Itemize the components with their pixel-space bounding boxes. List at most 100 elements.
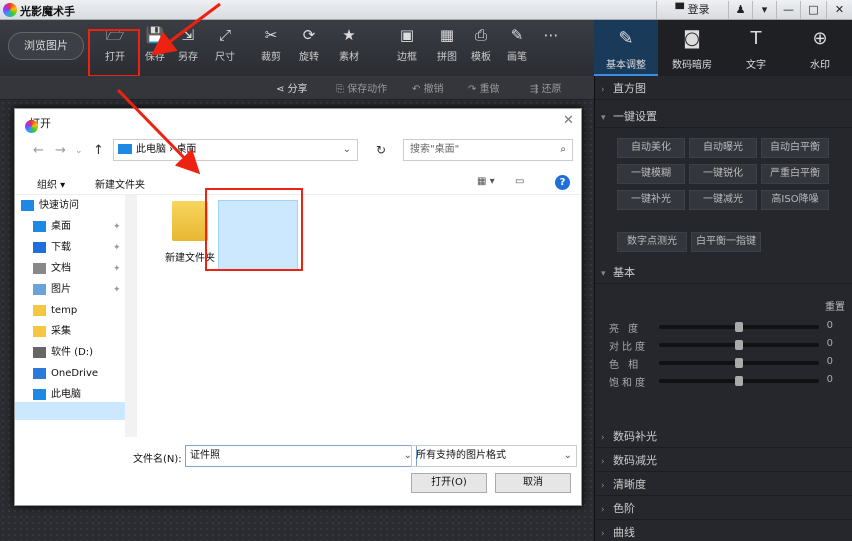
panel-button[interactable]: 一键模糊	[617, 164, 685, 184]
section-collapsed[interactable]: › 数码补光	[595, 426, 852, 448]
skin-button[interactable]: ♟	[728, 1, 752, 19]
login-button[interactable]: ▀ 登录	[656, 1, 728, 19]
panel-button[interactable]: 自动曝光	[689, 138, 757, 158]
slider-knob[interactable]	[735, 358, 743, 368]
minimize-button[interactable]: —	[776, 1, 800, 19]
tool-icon: 💾	[145, 26, 165, 44]
nav-item[interactable]: 桌面 ✦	[33, 218, 121, 236]
section-collapsed[interactable]: › 清晰度	[595, 474, 852, 496]
reset-button[interactable]: 重置	[817, 298, 845, 314]
rtab-3[interactable]: ⊕ 水印	[788, 20, 852, 76]
refresh-icon[interactable]: ↻	[367, 139, 395, 161]
preview-pane-icon[interactable]: ▭	[515, 176, 524, 187]
nav-item-icon	[33, 388, 46, 400]
nav-item[interactable]: 下载 ✦	[33, 239, 121, 257]
filename-input[interactable]: 证件照 ⌄	[185, 445, 417, 467]
tool-label: 尺寸	[215, 52, 235, 63]
tool-尺寸[interactable]: ⤢ 尺寸	[210, 26, 240, 63]
slider-track[interactable]	[659, 340, 819, 350]
nav-item-icon	[33, 283, 46, 295]
share-button[interactable]: ⋖ 分享	[276, 80, 308, 95]
nav-item[interactable]: 快速访问	[21, 197, 79, 215]
tool-保存[interactable]: 💾 保存	[140, 26, 170, 63]
tool-icon: ⇲	[181, 26, 195, 44]
pin-icon: ✦	[113, 222, 121, 232]
rtab-2[interactable]: T 文字	[724, 20, 788, 76]
tool-另存[interactable]: ⇲ 另存	[173, 26, 203, 63]
panel-button[interactable]: 白平衡一指键	[691, 232, 761, 252]
close-button[interactable]: ✕	[826, 1, 852, 19]
redo-button[interactable]: ↷ 重做	[468, 80, 500, 95]
nav-item[interactable]: OneDrive	[33, 365, 98, 383]
forward-arrow-icon[interactable]: →	[55, 143, 66, 158]
undo-icon: ↶	[412, 84, 424, 95]
panel-button[interactable]: 自动白平衡	[761, 138, 829, 158]
rtab-0[interactable]: ✎ 基本调整	[594, 20, 658, 76]
tool-旋转[interactable]: ⟳ 旋转	[294, 26, 324, 63]
nav-item[interactable]: 采集	[33, 323, 71, 341]
nav-item-label: temp	[51, 305, 78, 316]
back-arrow-icon[interactable]: ←	[33, 143, 44, 158]
slider-knob[interactable]	[735, 322, 743, 332]
section-histogram[interactable]: › 直方图	[595, 78, 852, 100]
up-arrow-icon[interactable]: ↑	[93, 143, 104, 158]
pin-icon: ✦	[113, 264, 121, 274]
section-collapsed[interactable]: › 色阶	[595, 498, 852, 520]
nav-item[interactable]: 文档 ✦	[33, 260, 121, 278]
panel-button[interactable]: 自动美化	[617, 138, 685, 158]
help-icon[interactable]: ?	[555, 175, 570, 190]
browse-images-button[interactable]: 浏览图片	[8, 32, 84, 60]
panel-button[interactable]: 一键减光	[689, 190, 757, 210]
nav-item[interactable]: 图片 ✦	[33, 281, 121, 299]
rtab-1[interactable]: ◙ 数码暗房	[660, 20, 724, 76]
filetype-dropdown-icon[interactable]: ⌄	[564, 446, 572, 466]
undo-button[interactable]: ↶ 撤销	[412, 80, 444, 95]
panel-button[interactable]: 一键锐化	[689, 164, 757, 184]
tool-裁剪[interactable]: ✂ 裁剪	[256, 26, 286, 63]
panel-button[interactable]: 严重白平衡	[761, 164, 829, 184]
slider-knob[interactable]	[735, 340, 743, 350]
tool-画笔[interactable]: ✎ 画笔	[502, 26, 532, 63]
shirt-icon: ♟	[735, 3, 746, 16]
menu-button[interactable]: ▾	[752, 1, 776, 19]
address-bar[interactable]: 此电脑 › 桌面 ⌄	[113, 139, 358, 161]
nav-item[interactable]: 此电脑	[33, 386, 81, 404]
panel-button[interactable]: 一键补光	[617, 190, 685, 210]
panel-button[interactable]: 高ISO降噪	[761, 190, 829, 210]
recent-dropdown-icon[interactable]: ⌄	[75, 146, 83, 156]
nav-item[interactable]: 软件 (D:)	[33, 344, 93, 362]
tool-拼图[interactable]: ▦ 拼图	[432, 26, 462, 63]
organize-button[interactable]: 组织 ▾	[37, 176, 65, 191]
nav-selection-highlight	[15, 402, 125, 420]
slider-track[interactable]	[659, 322, 819, 332]
tool-边框[interactable]: ▣ 边框	[392, 26, 422, 63]
open-dialog: 打开 ✕ ← → ⌄ ↑ 此电脑 › 桌面 ⌄ ↻ 搜索"桌面" ⌕ 组织 ▾ …	[14, 108, 582, 506]
view-options-icon[interactable]: ▦ ▾	[477, 176, 495, 187]
cancel-button[interactable]: 取消	[495, 473, 571, 493]
address-dropdown-icon[interactable]: ⌄	[343, 140, 351, 160]
search-input[interactable]: 搜索"桌面" ⌕	[403, 139, 573, 161]
open-button[interactable]: 打开(O)	[411, 473, 487, 493]
slider-row: 对比度 0	[609, 338, 849, 353]
maximize-button[interactable]: □	[800, 1, 826, 19]
section-collapsed[interactable]: › 曲线	[595, 522, 852, 541]
restore-button[interactable]: ⇶ 还原	[530, 80, 562, 95]
nav-item[interactable]: temp	[33, 302, 77, 320]
panel-button[interactable]: 数字点测光	[617, 232, 687, 252]
save-action-button[interactable]: ⎘ 保存动作	[336, 80, 387, 95]
filetype-value: 所有支持的图片格式	[416, 450, 506, 461]
tool-more[interactable]: ⋯	[536, 26, 566, 48]
filetype-select[interactable]: 所有支持的图片格式 ⌄	[411, 445, 577, 467]
tool-模板[interactable]: ⎙ 模板	[466, 26, 496, 63]
new-folder-button[interactable]: 新建文件夹	[95, 176, 145, 191]
section-oneclick[interactable]: ▾ 一键设置	[595, 106, 852, 128]
chevron-right-icon: ›	[601, 433, 605, 443]
tool-素材[interactable]: ★ 素材	[334, 26, 364, 63]
nav-scrollbar[interactable]	[125, 195, 137, 437]
dialog-close-icon[interactable]: ✕	[563, 113, 574, 128]
section-collapsed[interactable]: › 数码减光	[595, 450, 852, 472]
slider-track[interactable]	[659, 358, 819, 368]
section-basic[interactable]: ▾ 基本	[595, 262, 852, 284]
slider-knob[interactable]	[735, 376, 743, 386]
slider-track[interactable]	[659, 376, 819, 386]
